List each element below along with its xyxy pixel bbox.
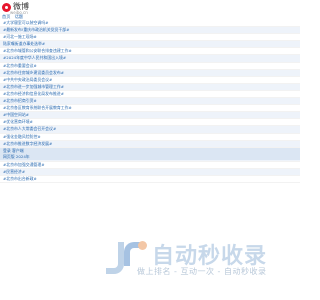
topic-link[interactable]: #大学寝室可以装空调吗# [0, 20, 300, 28]
topic-link[interactable]: #2024年度中华人民共和国出入境# [0, 55, 300, 63]
topic-link[interactable]: #北京市招商引资# [0, 98, 300, 106]
topic-link[interactable]: #北京市人大常委会召开会议# [0, 126, 300, 134]
topic-link[interactable]: #北京市进一步加强城市管理工作# [0, 83, 300, 91]
topic-link[interactable]: #北京市经济和信息化局发布推进# [0, 91, 300, 99]
nav-home-link[interactable]: 首页 [2, 14, 10, 19]
topic-link[interactable]: #中共中央政治局委员会议# [0, 77, 300, 84]
topic-link[interactable]: #民营经济# [0, 168, 300, 177]
topic-link[interactable]: #北京市重要会议# [0, 63, 300, 70]
nav-topic-link[interactable]: 话题 [15, 14, 23, 19]
watermark: 自动秒收录 做上排名 - 互动一次 - 自动秒收录 [104, 238, 284, 278]
footer-line-2[interactable]: 网页版 2024年 [0, 154, 300, 160]
topic-link[interactable]: 陆家嘴街道办事处选举# [0, 41, 300, 49]
topic-link[interactable]: #优化营商环境# [0, 119, 300, 127]
topic-link[interactable]: #北京市出台新政# [0, 176, 300, 184]
topic-link[interactable]: #北京市住房城乡建设委员会发布# [0, 69, 300, 77]
topic-link[interactable]: #强化金融风险防控# [0, 134, 300, 141]
watermark-slogan: 做上排名 - 互动一次 - 自动秒收录 [137, 267, 267, 276]
topic-link[interactable]: #北京各区教育系统联合开展教育工作# [0, 105, 300, 113]
topic-link[interactable]: #最新发布!重庆市政治机关党员干部# [0, 27, 300, 35]
topic-link[interactable]: #北京市加强交通管理# [0, 162, 300, 169]
topic-link[interactable]: #河北一施工现场# [0, 34, 300, 42]
topic-link[interactable]: #中国空间站# [0, 112, 300, 120]
footer-bar: 登录 客户端 网页版 2024年 [0, 148, 300, 160]
topic-link[interactable]: #北京市推进数字经济发展# [0, 140, 300, 148]
topic-link[interactable]: #北京市城管和公安联合排查违建工作# [0, 48, 300, 56]
